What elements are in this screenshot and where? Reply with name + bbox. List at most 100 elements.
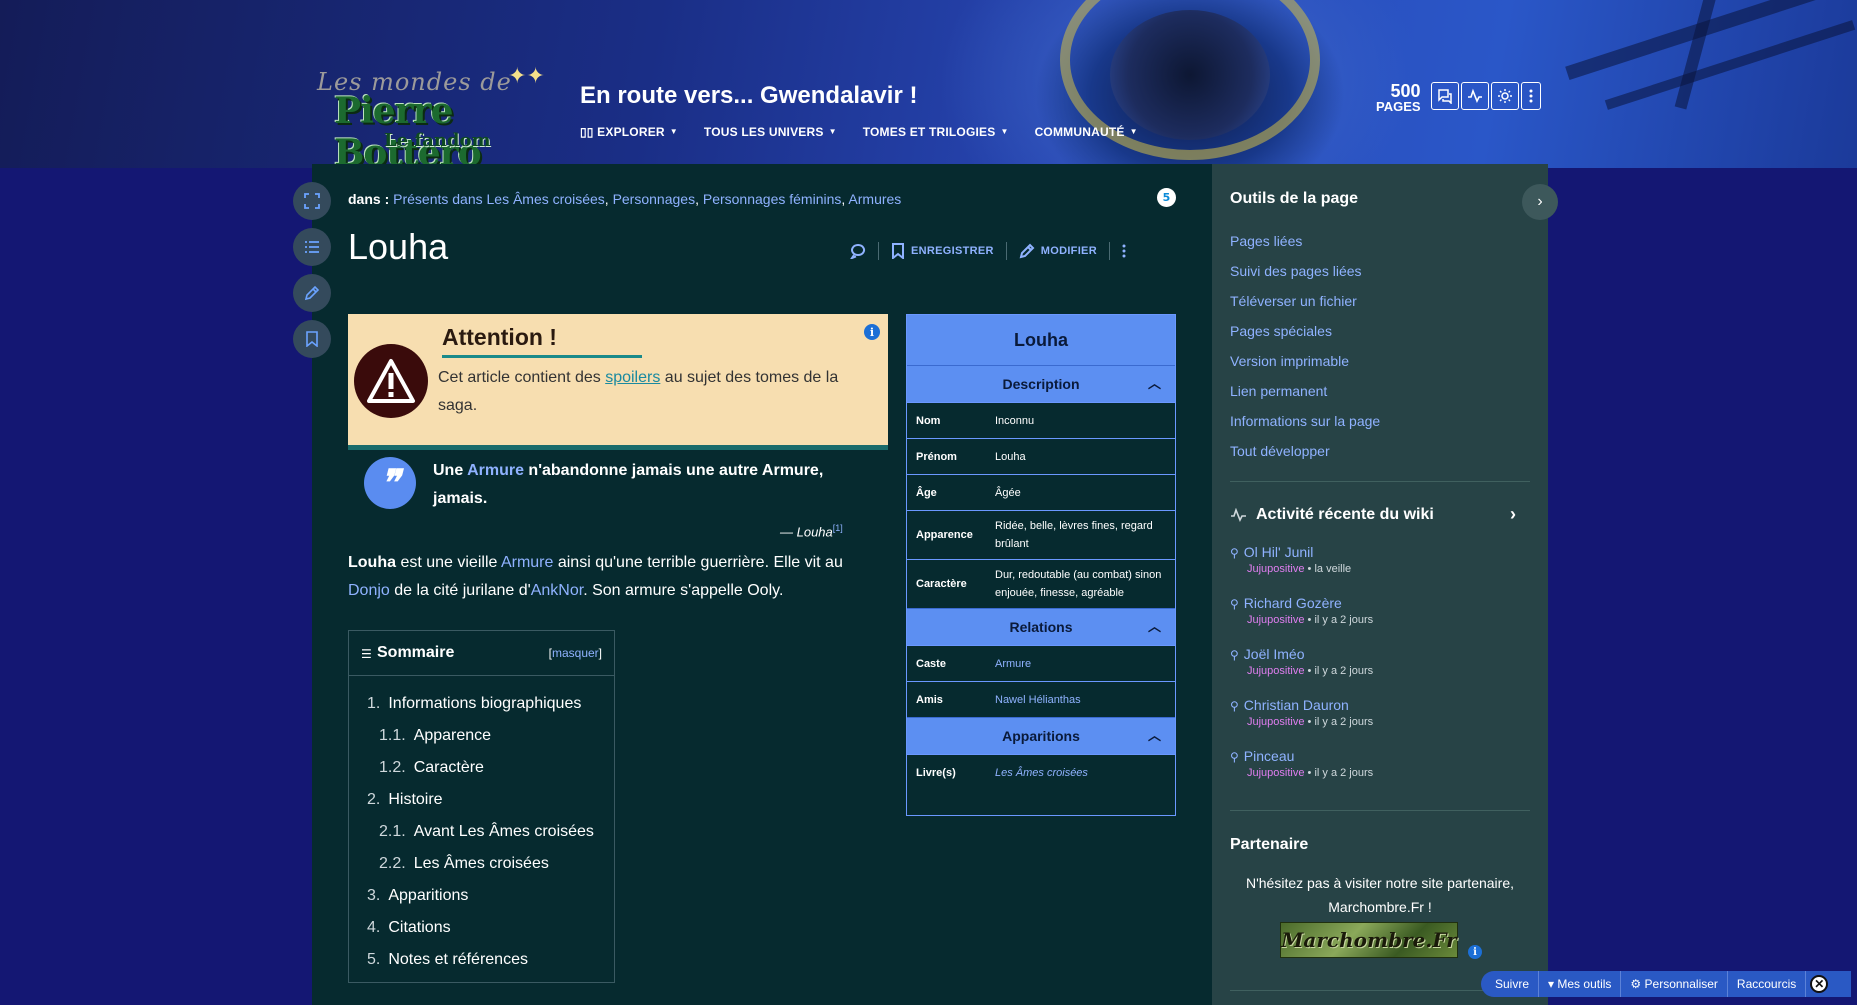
friend-link[interactable]: Nawel Hélianthas xyxy=(995,694,1081,706)
book-link[interactable]: Les Âmes croisées xyxy=(995,767,1088,779)
armure-link[interactable]: Armure xyxy=(467,462,524,479)
infobox-row: Caste Armure xyxy=(907,645,1175,681)
warning-title: Attention ! xyxy=(442,324,642,358)
activity-page-link[interactable]: ⚲ Joël Iméo xyxy=(1230,646,1373,662)
activity-page-link[interactable]: ⚲ Ol Hil' Junil xyxy=(1230,544,1373,560)
stars-icon: ✦✦ xyxy=(508,64,545,89)
toc-item[interactable]: 1. Informations biographiques xyxy=(349,688,614,720)
divider xyxy=(1230,810,1530,811)
follow-button[interactable]: Suivre xyxy=(1481,971,1540,997)
partner-banner[interactable]: Marchombre.Fr xyxy=(1280,922,1458,958)
activity-header[interactable]: Activité récente du wiki › xyxy=(1230,504,1516,524)
categories-bar: dans : Présents dans Les Âmes croisées, … xyxy=(348,191,902,207)
more-actions-button[interactable] xyxy=(1122,244,1126,258)
list-item: ⚲ Christian Dauron Jujupositive • il y a … xyxy=(1230,697,1374,728)
infobox-section-description[interactable]: Description ︿ xyxy=(907,365,1175,402)
infobox-title: Louha xyxy=(907,315,1175,365)
user-link[interactable]: Jujupositive xyxy=(1247,767,1304,779)
activity-page-link[interactable]: ⚲ Pinceau xyxy=(1230,748,1373,764)
list-item: ⚲ Ol Hil' Junil Jujupositive • la veille xyxy=(1230,544,1373,595)
toc-item[interactable]: 2.2. Les Âmes croisées xyxy=(349,848,614,880)
toc-item[interactable]: 2. Histoire xyxy=(349,784,614,816)
toc-item[interactable]: 1.1. Apparence xyxy=(349,720,614,752)
search-icon: ⚲ xyxy=(1230,750,1239,764)
theme-toggle-button[interactable] xyxy=(1491,82,1519,110)
header-tools xyxy=(1431,82,1541,110)
gear-icon: ⚙ xyxy=(1630,977,1642,991)
toc-hide-button[interactable]: [masquer] xyxy=(549,646,602,660)
donjo-link[interactable]: Donjo xyxy=(348,582,390,599)
chevron-right-icon: › xyxy=(1510,504,1516,524)
anknor-link[interactable]: AnkNor xyxy=(531,582,583,599)
toc-item[interactable]: 4. Citations xyxy=(349,912,614,944)
infobox-section-relations[interactable]: Relations ︿ xyxy=(907,608,1175,645)
tool-link[interactable]: Suivi des pages liées xyxy=(1230,256,1380,286)
close-icon[interactable]: ✕ xyxy=(1810,975,1829,993)
separator xyxy=(878,242,879,260)
spoilers-link[interactable]: spoilers xyxy=(605,369,660,386)
infobox-row: Prénom Louha xyxy=(907,438,1175,474)
comments-count-badge[interactable]: 5 xyxy=(1157,188,1176,207)
user-link[interactable]: Jujupositive xyxy=(1247,665,1304,677)
search-icon: ⚲ xyxy=(1230,597,1239,611)
edit-rail-button[interactable] xyxy=(293,274,331,312)
site-logo[interactable]: Les mondes de Pierre Bottero Le fandom ✦… xyxy=(312,64,562,174)
main-nav: ▯▯ EXPLORER ▼ TOUS LES UNIVERS ▼ TOMES ET … xyxy=(580,125,1138,139)
bookmark-icon xyxy=(892,243,904,259)
toc-button[interactable] xyxy=(293,228,331,266)
pencil-icon xyxy=(1019,243,1035,259)
expand-icon xyxy=(304,193,320,209)
fullscreen-button[interactable] xyxy=(293,182,331,220)
info-icon[interactable]: i xyxy=(864,324,880,340)
activity-page-link[interactable]: ⚲ Christian Dauron xyxy=(1230,697,1373,713)
category-link[interactable]: Personnages féminins xyxy=(703,191,842,207)
my-tools-button[interactable]: ▾ Mes outils xyxy=(1539,971,1622,997)
edit-button[interactable]: MODIFIER xyxy=(1019,243,1097,259)
nav-explorer[interactable]: ▯▯ EXPLORER ▼ xyxy=(580,125,678,139)
infobox-section-appearances[interactable]: Apparitions ︿ xyxy=(907,717,1175,754)
category-link[interactable]: Armures xyxy=(848,191,901,207)
caste-link[interactable]: Armure xyxy=(995,658,1031,670)
shortcuts-button[interactable]: Raccourcis xyxy=(1728,971,1807,997)
activity-page-link[interactable]: ⚲ Richard Gozère xyxy=(1230,595,1373,611)
chevron-up-icon: ︿ xyxy=(1147,619,1161,634)
nav-tous-les-univers[interactable]: TOUS LES UNIVERS ▼ xyxy=(704,125,837,139)
infobox-row: Amis Nawel Hélianthas xyxy=(907,681,1175,717)
list-icon xyxy=(305,241,319,253)
reference-link[interactable]: [1] xyxy=(833,523,843,533)
bookmark-rail-button[interactable] xyxy=(293,320,331,358)
more-options-button[interactable] xyxy=(1521,82,1541,110)
armure-link[interactable]: Armure xyxy=(501,554,553,571)
tool-link[interactable]: Version imprimable xyxy=(1230,346,1380,376)
site-title[interactable]: En route vers... Gwendalavir ! xyxy=(580,82,917,110)
discussions-button[interactable] xyxy=(1431,82,1459,110)
caret-down-icon: ▾ xyxy=(1548,977,1555,991)
tool-link[interactable]: Pages liées xyxy=(1230,226,1380,256)
user-link[interactable]: Jujupositive xyxy=(1247,563,1304,575)
toc-item[interactable]: 5. Notes et références xyxy=(349,944,614,976)
tool-link[interactable]: Lien permanent xyxy=(1230,376,1380,406)
category-link[interactable]: Personnages xyxy=(613,191,696,207)
activity-button[interactable] xyxy=(1461,82,1489,110)
comment-icon xyxy=(850,244,866,259)
tool-link[interactable]: Téléverser un fichier xyxy=(1230,286,1380,316)
info-icon[interactable]: i xyxy=(1468,945,1482,959)
toc-item[interactable]: 2.1. Avant Les Âmes croisées xyxy=(349,816,614,848)
search-icon: ⚲ xyxy=(1230,648,1239,662)
save-button[interactable]: ENREGISTRER xyxy=(891,243,994,259)
toc-item[interactable]: 1.2. Caractère xyxy=(349,752,614,784)
user-link[interactable]: Jujupositive xyxy=(1247,614,1304,626)
toc-item[interactable]: 3. Apparitions xyxy=(349,880,614,912)
tool-link[interactable]: Pages spéciales xyxy=(1230,316,1380,346)
nav-tomes-et-trilogies[interactable]: TOMES ET TRILOGIES ▼ xyxy=(863,125,1009,139)
page-actions: ENREGISTRER MODIFIER xyxy=(850,242,1126,260)
user-link[interactable]: Jujupositive xyxy=(1247,716,1304,728)
comment-button[interactable] xyxy=(850,243,866,259)
tool-link[interactable]: Informations sur la page xyxy=(1230,406,1380,436)
customize-button[interactable]: ⚙ Personnaliser xyxy=(1621,971,1728,997)
category-link[interactable]: Présents dans Les Âmes croisées xyxy=(393,191,605,207)
nav-communaute[interactable]: COMMUNAUTÉ ▼ xyxy=(1035,125,1138,139)
tool-link[interactable]: Tout développer xyxy=(1230,436,1380,466)
sidebar-collapse-button[interactable]: › xyxy=(1522,184,1558,220)
quote-icon: ❞ xyxy=(364,457,416,509)
